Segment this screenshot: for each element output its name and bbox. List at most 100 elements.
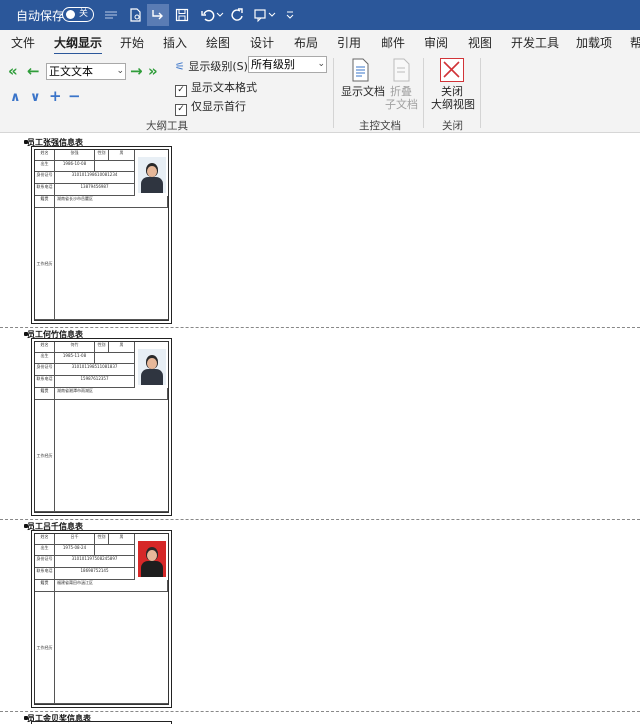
label-birth: 出生 [35, 545, 55, 556]
move-down-icon[interactable]: ∨ [30, 90, 41, 105]
tab-insert[interactable]: 插入 [163, 34, 187, 51]
autosave-state: 关 [79, 9, 89, 19]
customize-qat-icon[interactable] [282, 4, 298, 26]
label-birth: 出生 [35, 161, 55, 172]
label-name: 姓名 [35, 342, 55, 353]
redo-icon[interactable] [226, 4, 248, 26]
employee-form: 姓名 张强 性别 男 出生 1986-10-08 身份证号 3101011986… [31, 146, 172, 324]
close-label-line2[interactable]: 大纲视图 [431, 98, 475, 111]
label-name: 姓名 [35, 150, 55, 161]
employee-photo [138, 541, 166, 577]
demote-icon[interactable]: → [130, 64, 143, 79]
label-gender: 性别 [95, 342, 109, 353]
value-id: 310101198610081234 [55, 172, 135, 184]
collapse-label-line2[interactable]: 子文档 [385, 98, 418, 111]
outline-level-value: 正文文本 [49, 65, 93, 78]
document-icon[interactable] [124, 4, 146, 26]
label-resume: 工作经历 [35, 208, 55, 320]
group-separator [333, 58, 334, 128]
section-break-line [0, 711, 640, 712]
autosave-toggle[interactable]: 关 [62, 7, 94, 22]
value-gender: 男 [109, 150, 135, 161]
label-resume: 工作经历 [35, 592, 55, 704]
show-text-format-row[interactable]: ✓ 显示文本格式 [175, 79, 257, 97]
title-bar: 自动保存 关 [0, 0, 640, 30]
value-name: 吕千 [55, 534, 95, 545]
tab-home[interactable]: 开始 [120, 34, 144, 51]
label-hometown: 籍贯 [35, 580, 55, 592]
save-icon[interactable] [171, 4, 193, 26]
show-first-line-row[interactable]: ✓ 仅显示首行 [175, 98, 246, 116]
group-separator [480, 58, 481, 128]
label-phone: 联系电话 [35, 568, 55, 580]
ribbon-panel: « ← 正文文本 ⌄ → » ∧ ∨ + − ⚟ 显示级别(S): 所有级别 ⌄… [0, 54, 640, 133]
show-text-format-label: 显示文本格式 [191, 81, 257, 94]
section-break-line [0, 327, 640, 328]
show-level-value: 所有级别 [251, 58, 295, 71]
autosave-label: 自动保存 [16, 9, 65, 23]
demote-to-body-icon[interactable] [147, 4, 169, 26]
show-level-combo[interactable]: 所有级别 ⌄ [248, 56, 327, 73]
tab-file[interactable]: 文件 [11, 34, 35, 51]
value-id: 310101198511081837 [55, 364, 135, 376]
tab-developer[interactable]: 开发工具 [511, 34, 559, 51]
promote-icon[interactable]: ← [27, 64, 40, 79]
label-phone: 联系电话 [35, 184, 55, 196]
tab-outline-view[interactable]: 大纲显示 [54, 34, 103, 55]
label-resume: 工作经历 [35, 400, 55, 512]
tab-references[interactable]: 引用 [337, 34, 361, 51]
value-phone: 13879456987 [55, 184, 135, 196]
close-label-line1[interactable]: 关闭 [441, 85, 463, 98]
photo-face [147, 166, 157, 177]
promote-to-heading1-icon[interactable]: « [8, 64, 18, 79]
employee-photo [138, 349, 166, 385]
tab-view[interactable]: 视图 [468, 34, 492, 51]
collapse-subdocuments-icon[interactable] [391, 58, 411, 86]
collapse-icon[interactable]: − [68, 89, 81, 104]
tab-layout[interactable]: 布局 [294, 34, 318, 51]
outline-level-combo[interactable]: 正文文本 ⌄ [46, 63, 126, 80]
move-up-icon[interactable]: ∧ [10, 90, 21, 105]
tab-draw[interactable]: 绘图 [206, 34, 230, 51]
expand-icon[interactable]: + [49, 89, 62, 104]
value-birth: 1975-08-24 [55, 545, 95, 556]
collapse-label-line1[interactable]: 折叠 [390, 85, 412, 98]
tab-addins[interactable]: 加载项 [576, 34, 612, 51]
label-gender: 性别 [95, 534, 109, 545]
show-first-line-checkbox[interactable]: ✓ [175, 104, 187, 116]
value-birth: 1986-10-08 [55, 161, 95, 172]
label-phone: 联系电话 [35, 376, 55, 388]
show-level-label-row: ⚟ 显示级别(S): [175, 58, 252, 74]
show-document-button[interactable]: 显示文档 [341, 85, 385, 98]
tab-design[interactable]: 设计 [250, 34, 274, 51]
show-document-icon[interactable] [350, 58, 370, 86]
employee-photo [138, 157, 166, 193]
photo-body [141, 369, 163, 385]
filler-cell [95, 353, 135, 364]
tab-review[interactable]: 审阅 [424, 34, 448, 51]
undo-dropdown-icon[interactable] [214, 4, 226, 26]
format-painter-icon[interactable] [100, 4, 122, 26]
comment-dropdown-icon[interactable] [266, 4, 278, 26]
show-text-format-checkbox[interactable]: ✓ [175, 85, 187, 97]
employee-form: 姓名 何竹 性别 男 出生 1985-11-08 身份证号 3101011985… [31, 338, 172, 516]
photo-face [147, 550, 157, 561]
document-area[interactable]: 员工张强信息表 姓名 张强 性别 男 出生 1986-10-08 身份证号 31… [0, 133, 640, 724]
close-outline-icon[interactable] [440, 58, 464, 82]
value-hometown: 福建省莆田市涵江区 [55, 580, 168, 592]
value-resume [55, 592, 168, 704]
filler-cell [95, 161, 135, 172]
value-phone: 15987612357 [55, 376, 135, 388]
demote-to-body-icon-ribbon[interactable]: » [148, 64, 158, 79]
label-hometown: 籍贯 [35, 388, 55, 400]
label-hometown: 籍贯 [35, 196, 55, 208]
tab-mailings[interactable]: 邮件 [381, 34, 405, 51]
show-level-icon: ⚟ [175, 60, 185, 73]
value-name: 何竹 [55, 342, 95, 353]
photo-body [141, 177, 163, 193]
value-phone: 18698752145 [55, 568, 135, 580]
value-resume [55, 400, 168, 512]
label-name: 姓名 [35, 534, 55, 545]
value-hometown: 湖南省湘潭市雨湖区 [55, 388, 168, 400]
tab-help[interactable]: 帮 [630, 34, 640, 51]
